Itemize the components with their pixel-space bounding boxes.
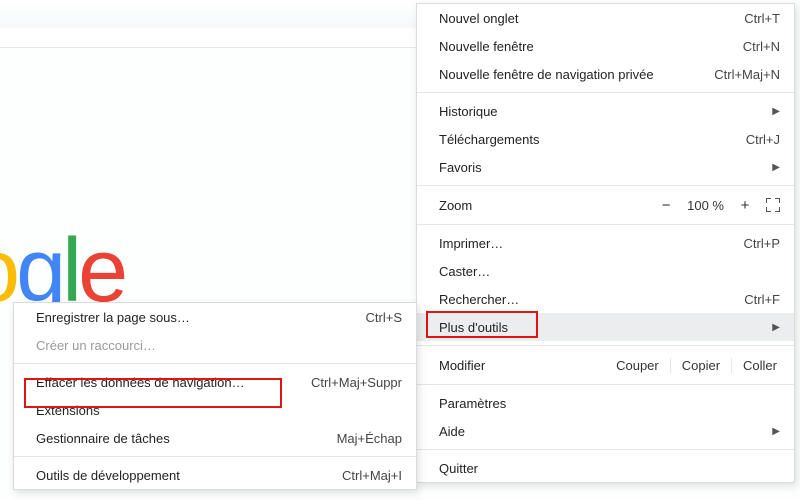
menu-downloads[interactable]: Téléchargements Ctrl+J xyxy=(417,125,794,153)
more-tools-submenu: Enregistrer la page sous… Ctrl+S Créer u… xyxy=(13,302,417,490)
chevron-right-icon: ▶ xyxy=(772,162,780,173)
submenu-extensions[interactable]: Extensions xyxy=(14,396,416,424)
menu-print[interactable]: Imprimer… Ctrl+P xyxy=(417,229,794,257)
edit-cut-button[interactable]: Couper xyxy=(605,358,670,373)
fullscreen-icon[interactable] xyxy=(766,198,780,212)
zoom-in-button[interactable]: + xyxy=(738,197,752,214)
menu-edit: Modifier Couper Copier Coller xyxy=(417,350,794,380)
menu-separator xyxy=(417,449,794,450)
submenu-create-shortcut: Créer un raccourci… xyxy=(14,331,416,359)
menu-quit[interactable]: Quitter xyxy=(417,454,794,482)
menu-separator xyxy=(417,345,794,346)
menu-new-tab[interactable]: Nouvel onglet Ctrl+T xyxy=(417,4,794,32)
menu-separator xyxy=(417,92,794,93)
chevron-right-icon: ▶ xyxy=(772,322,780,333)
menu-separator xyxy=(417,384,794,385)
menu-more-tools[interactable]: Plus d'outils ▶ xyxy=(417,313,794,341)
menu-separator xyxy=(417,224,794,225)
menu-zoom: Zoom − 100 % + xyxy=(417,190,794,220)
menu-cast[interactable]: Caster… xyxy=(417,257,794,285)
menu-incognito[interactable]: Nouvelle fenêtre de navigation privée Ct… xyxy=(417,60,794,88)
edit-paste-button[interactable]: Coller xyxy=(731,358,788,373)
menu-separator xyxy=(14,363,416,364)
zoom-value: 100 % xyxy=(687,198,724,213)
tab-strip-fragment xyxy=(0,0,418,29)
chrome-main-menu: Nouvel onglet Ctrl+T Nouvelle fenêtre Ct… xyxy=(416,3,795,483)
menu-shortcut: Ctrl+T xyxy=(744,11,780,26)
menu-separator xyxy=(417,185,794,186)
menu-settings[interactable]: Paramètres xyxy=(417,389,794,417)
toolbar-fragment xyxy=(0,28,418,48)
chevron-right-icon: ▶ xyxy=(772,106,780,117)
edit-copy-button[interactable]: Copier xyxy=(670,358,731,373)
submenu-task-manager[interactable]: Gestionnaire de tâches Maj+Échap xyxy=(14,424,416,452)
menu-bookmarks[interactable]: Favoris ▶ xyxy=(417,153,794,181)
submenu-dev-tools[interactable]: Outils de développement Ctrl+Maj+I xyxy=(14,461,416,489)
submenu-save-page[interactable]: Enregistrer la page sous… Ctrl+S xyxy=(14,303,416,331)
chevron-right-icon: ▶ xyxy=(772,426,780,437)
zoom-out-button[interactable]: − xyxy=(659,197,673,214)
menu-new-window[interactable]: Nouvelle fenêtre Ctrl+N xyxy=(417,32,794,60)
menu-label: Nouvel onglet xyxy=(439,11,744,26)
menu-help[interactable]: Aide ▶ xyxy=(417,417,794,445)
menu-history[interactable]: Historique ▶ xyxy=(417,97,794,125)
menu-find[interactable]: Rechercher… Ctrl+F xyxy=(417,285,794,313)
menu-separator xyxy=(14,456,416,457)
submenu-clear-browsing-data[interactable]: Effacer les données de navigation… Ctrl+… xyxy=(14,368,416,396)
